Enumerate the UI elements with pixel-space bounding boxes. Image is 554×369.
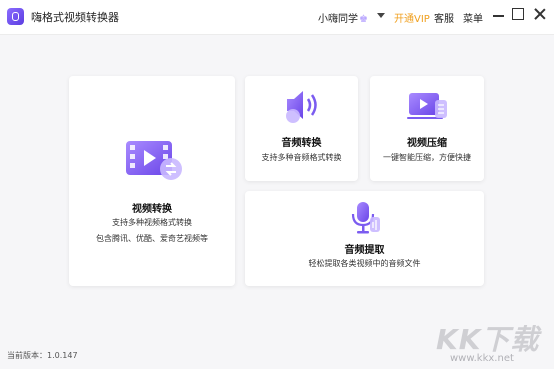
video-compress-icon [407, 93, 447, 119]
audio-extract-card[interactable]: 音频提取 轻松提取各类视频中的音频文件 [245, 191, 484, 286]
audio-convert-title: 音频转换 [281, 138, 322, 149]
video-compress-card[interactable]: 视频压缩 一键智能压缩，方便快捷 [370, 76, 484, 181]
audio-convert-desc: 支持多种音频格式转换 [261, 153, 342, 162]
audio-extract-title: 音频提取 [344, 245, 385, 256]
video-convert-desc-1: 支持多种视频格式转换 [112, 218, 192, 227]
video-compress-title: 视频压缩 [407, 138, 447, 149]
watermark: KK下载 www.kkx.net [432, 318, 552, 368]
user-name-label: 小嗨同学 [318, 14, 358, 25]
user-account[interactable]: 小嗨同学♚ [318, 10, 368, 25]
title-bar: 嗨格式视频转换器 小嗨同学♚ 开通VIP 客服 菜单 [0, 0, 554, 35]
video-convert-icon [126, 141, 182, 180]
audio-extract-desc: 轻松提取各类视频中的音频文件 [308, 259, 421, 268]
minimize-icon[interactable] [493, 15, 504, 17]
video-convert-desc-2: 包含腾讯、优酷、爱奇艺视频等 [96, 234, 208, 243]
microphone-icon [351, 202, 380, 234]
watermark-logo: KK下载 [436, 323, 540, 356]
watermark-url: www.kkx.net [450, 353, 514, 364]
close-icon[interactable] [533, 7, 547, 21]
user-badge-icon: ♚ [359, 14, 368, 25]
video-convert-card[interactable]: 视频转换 支持多种视频格式转换 包含腾讯、优酷、爱奇艺视频等 [69, 76, 235, 286]
video-convert-title: 视频转换 [132, 204, 172, 215]
video-compress-desc: 一键智能压缩，方便快捷 [383, 153, 471, 162]
menu-button[interactable]: 菜单 [463, 10, 483, 25]
app-title: 嗨格式视频转换器 [31, 11, 119, 24]
vip-button[interactable]: 开通VIP [394, 10, 430, 25]
app-logo-icon [7, 8, 24, 25]
audio-convert-icon [286, 91, 317, 123]
maximize-icon[interactable] [512, 8, 524, 20]
customer-service-button[interactable]: 客服 [434, 10, 454, 25]
audio-convert-card[interactable]: 音频转换 支持多种音频格式转换 [245, 76, 358, 181]
user-dropdown-icon[interactable] [377, 13, 385, 18]
version-label: 当前版本：1.0.147 [7, 351, 78, 360]
